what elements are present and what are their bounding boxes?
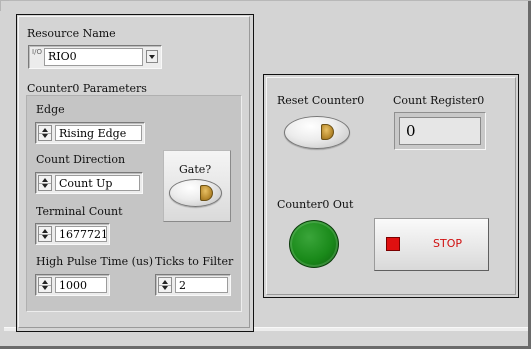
stop-label: STOP — [433, 237, 462, 250]
edge-spin-icon[interactable] — [38, 125, 52, 141]
ticks-to-filter-spin-icon[interactable] — [158, 277, 172, 293]
resource-name-value[interactable]: RIO0 — [44, 48, 143, 66]
reset-counter0-label: Reset Counter0 — [277, 94, 365, 107]
high-pulse-time-value[interactable]: 1000 — [55, 277, 107, 293]
ticks-to-filter-label: Ticks to Filter — [155, 255, 234, 268]
frame-top-edge — [0, 0, 531, 1]
terminal-count-value[interactable]: 1677721 — [55, 226, 107, 242]
edge-value[interactable]: Rising Edge — [55, 125, 142, 141]
gate-indicator-icon — [200, 185, 213, 201]
count-register0-value: 0 — [399, 117, 481, 145]
resource-name-control[interactable]: I/O RIO0 — [28, 45, 162, 69]
stop-button[interactable]: STOP — [374, 218, 489, 271]
dropdown-icon[interactable] — [146, 50, 158, 63]
count-register0-indicator: 0 — [394, 112, 486, 150]
count-direction-value[interactable]: Count Up — [55, 175, 140, 191]
edge-ring[interactable]: Rising Edge — [35, 122, 145, 144]
count-register0-label: Count Register0 — [393, 94, 485, 107]
counter0-out-label: Counter0 Out — [277, 198, 354, 211]
io-icon: I/O — [32, 49, 42, 64]
terminal-count-label: Terminal Count — [36, 205, 123, 218]
ticks-to-filter-value[interactable]: 2 — [175, 277, 228, 293]
terminal-count-control[interactable]: 1677721 — [35, 223, 110, 245]
gate-button[interactable] — [169, 179, 222, 207]
terminal-count-spin-icon[interactable] — [38, 226, 52, 242]
reset-counter0-button[interactable] — [284, 116, 350, 149]
resource-name-label: Resource Name — [27, 27, 116, 40]
frame-corner — [0, 0, 9, 11]
count-direction-ring[interactable]: Count Up — [35, 172, 143, 194]
high-pulse-time-control[interactable]: 1000 — [35, 274, 110, 296]
gate-label: Gate? — [179, 163, 212, 176]
high-pulse-time-label: High Pulse Time (us) — [36, 255, 153, 268]
ticks-to-filter-control[interactable]: 2 — [155, 274, 231, 296]
reset-indicator-icon — [321, 124, 334, 140]
counter0-parameters-label: Counter0 Parameters — [27, 82, 147, 95]
stop-square-icon — [386, 237, 400, 251]
high-pulse-time-spin-icon[interactable] — [38, 277, 52, 293]
edge-label: Edge — [36, 103, 65, 116]
io-icon-text: I/O — [32, 48, 42, 56]
count-direction-spin-icon[interactable] — [38, 175, 52, 191]
counter0-out-led — [289, 220, 339, 268]
count-direction-label: Count Direction — [36, 153, 126, 166]
